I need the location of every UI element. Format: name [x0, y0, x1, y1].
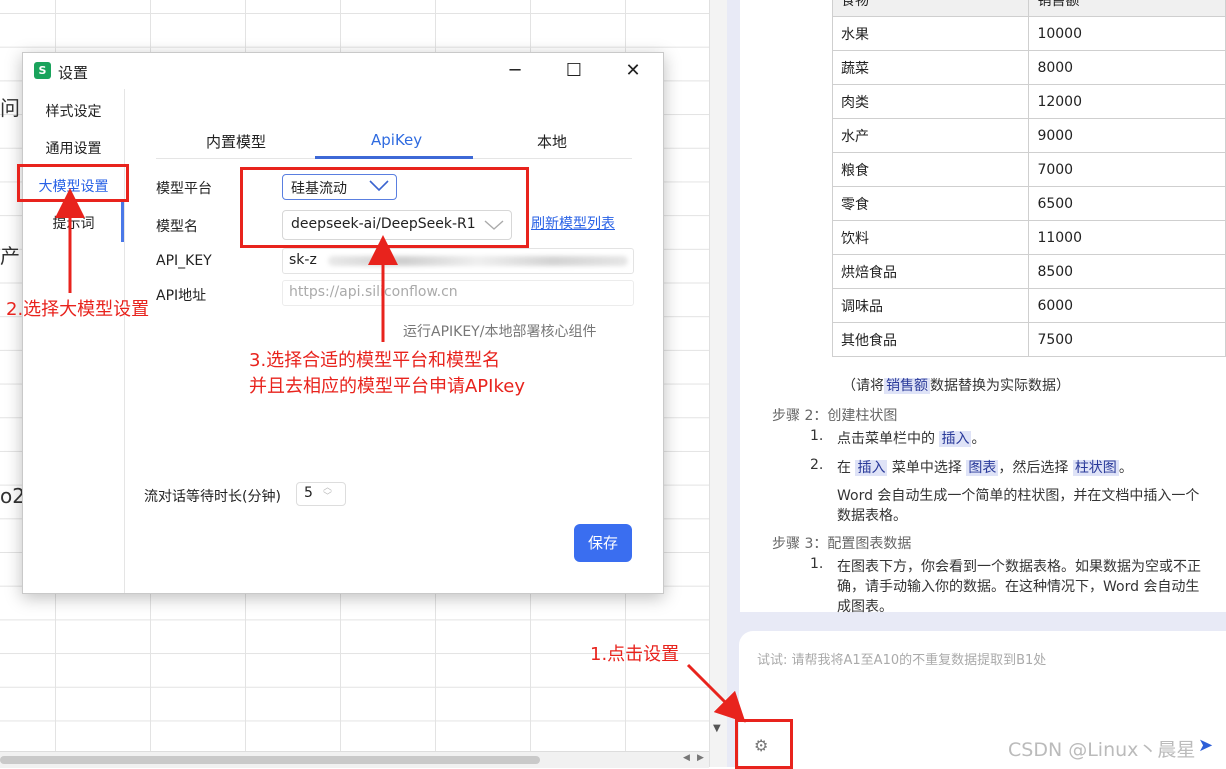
annotation-step-3-line2: 并且去相应的模型平台申请APIkey [249, 376, 525, 397]
annotation-step-2: 2.选择大模型设置 [6, 299, 150, 320]
annotation-step-3-line1: 3.选择合适的模型平台和模型名 [249, 350, 501, 371]
annotation-step-1: 1.点击设置 [590, 644, 680, 665]
